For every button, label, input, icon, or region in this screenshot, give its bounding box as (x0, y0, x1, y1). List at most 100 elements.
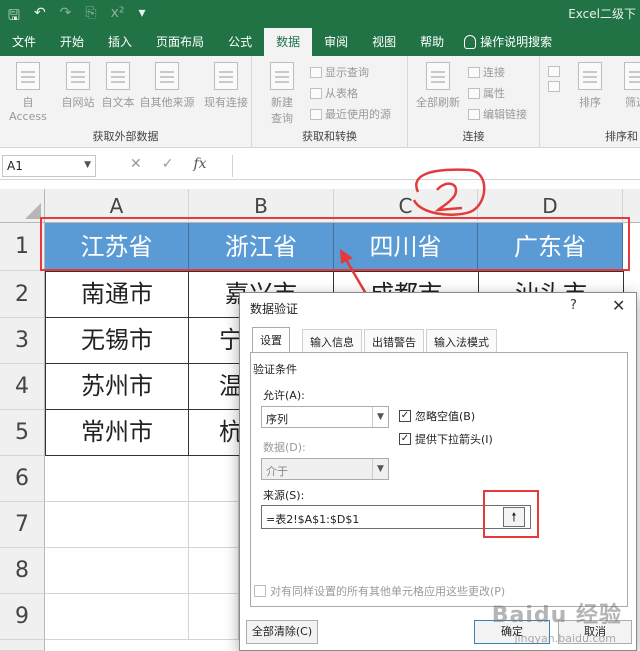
ribbon: 自 Access 自网站 自文本 自其他来源 现有连接 获取外部数据 新建 查询… (0, 56, 640, 148)
formula-bar-buttons: ✕ ✓ fx (130, 156, 207, 172)
cell-b9[interactable] (189, 594, 239, 640)
row-header-4[interactable]: 4 (0, 364, 45, 410)
tab-insert[interactable]: 插入 (96, 28, 144, 56)
group-connections: 全部刷新 连接 属性 编辑链接 连接 (408, 56, 540, 148)
select-all-corner[interactable] (0, 189, 45, 223)
text-file-icon (106, 62, 130, 90)
cell-a8[interactable] (45, 548, 189, 594)
undo-icon[interactable]: ↶ (34, 5, 46, 29)
properties-button[interactable]: 属性 (468, 85, 505, 101)
from-access-button[interactable]: 自 Access (2, 62, 54, 123)
tell-me-search[interactable]: 操作说明搜索 (456, 28, 564, 56)
tab-file[interactable]: 文件 (0, 28, 48, 56)
row-header-3[interactable]: 3 (0, 318, 45, 364)
tab-input-message[interactable]: 输入信息 (302, 329, 362, 352)
show-queries-button[interactable]: 显示查询 (310, 64, 369, 80)
tab-formulas[interactable]: 公式 (216, 28, 264, 56)
row-header-1[interactable]: 1 (0, 223, 45, 271)
link-icon (468, 66, 480, 78)
name-box-dropdown-icon[interactable]: ▼ (84, 160, 91, 170)
tab-data[interactable]: 数据 (264, 28, 313, 56)
chevron-down-icon: ▼ (372, 459, 388, 479)
tab-review[interactable]: 审阅 (312, 28, 360, 56)
source-label: 来源(S): (263, 489, 305, 502)
window-title: Excel二级下 (568, 7, 636, 21)
from-other-sources-button[interactable]: 自其他来源 (136, 62, 198, 110)
group-label-external: 获取外部数据 (92, 130, 159, 143)
tab-page-layout[interactable]: 页面布局 (144, 28, 216, 56)
new-query-button[interactable]: 新建 查询 (260, 62, 304, 126)
customize-qat-icon[interactable]: ▾ (139, 5, 146, 29)
row-header-9[interactable]: 9 (0, 594, 45, 640)
redo-icon[interactable]: ↷ (60, 5, 72, 29)
sort-az-icons[interactable] (548, 66, 560, 92)
tab-help[interactable]: 帮助 (408, 28, 456, 56)
connections-button[interactable]: 连接 (468, 64, 505, 80)
edit-links-icon (468, 108, 480, 120)
cell-b7[interactable] (189, 502, 239, 548)
row-header-2[interactable]: 2 (0, 271, 45, 318)
tab-error-alert[interactable]: 出错警告 (364, 329, 424, 352)
clear-all-button[interactable]: 全部清除(C) (246, 620, 318, 644)
insert-function-icon[interactable]: fx (193, 156, 206, 172)
name-box[interactable]: A1 ▼ (2, 155, 96, 177)
group-get-transform: 新建 查询 显示查询 从表格 最近使用的源 获取和转换 (252, 56, 408, 148)
annotation-box-collapse-button (483, 490, 539, 538)
cell-a4[interactable]: 苏州市 (45, 363, 189, 410)
tab-home[interactable]: 开始 (48, 28, 96, 56)
help-icon[interactable]: ? (570, 298, 577, 313)
cell-b8[interactable] (189, 548, 239, 594)
dialog-title: 数据验证 (250, 302, 299, 316)
row-header-6[interactable]: 6 (0, 456, 45, 502)
format-painter-icon[interactable]: ⎘ (85, 5, 96, 29)
recent-sources-button[interactable]: 最近使用的源 (310, 106, 391, 122)
superscript-icon[interactable]: x² (111, 5, 125, 29)
cell-a2[interactable]: 南通市 (45, 271, 189, 318)
cell-a6[interactable] (45, 456, 189, 502)
row-header-10[interactable]: 10 (0, 640, 45, 651)
web-icon (66, 62, 90, 90)
cancel-entry-icon[interactable]: ✕ (130, 156, 142, 172)
recent-sources-icon (310, 108, 322, 120)
tab-ime-mode[interactable]: 输入法模式 (426, 329, 497, 352)
cell-a3[interactable]: 无锡市 (45, 317, 189, 364)
row-header-5[interactable]: 5 (0, 410, 45, 456)
cell-a5[interactable]: 常州市 (45, 409, 189, 456)
from-table-button[interactable]: 从表格 (310, 85, 358, 101)
data-select[interactable]: 介于 ▼ (261, 458, 389, 480)
confirm-entry-icon[interactable]: ✓ (162, 156, 174, 172)
sort-button[interactable]: 排序 (568, 62, 612, 110)
cell-b6[interactable] (189, 456, 239, 502)
baidu-watermark-url: jingyan.baidu.com (514, 632, 616, 645)
group-label-sort: 排序和 (605, 130, 638, 143)
row-header-7[interactable]: 7 (0, 502, 45, 548)
check-icon: ✓ (399, 410, 411, 422)
edit-links-button[interactable]: 编辑链接 (468, 106, 527, 122)
data-label: 数据(D): (263, 441, 306, 454)
access-icon (16, 62, 40, 90)
ignore-blank-checkbox[interactable]: ✓ 忽略空值(B) (399, 408, 475, 424)
existing-connections-button[interactable]: 现有连接 (200, 62, 252, 110)
refresh-all-button[interactable]: 全部刷新 (412, 62, 464, 110)
check-icon: ✓ (399, 433, 411, 445)
in-cell-dropdown-checkbox[interactable]: ✓ 提供下拉箭头(I) (399, 431, 493, 447)
tab-view[interactable]: 视图 (360, 28, 408, 56)
new-query-icon (270, 62, 294, 90)
close-icon[interactable]: ✕ (612, 296, 625, 315)
settings-panel: 验证条件 允许(A): 序列 ▼ ✓ 忽略空值(B) ✓ 提供下拉箭头(I) 数据(D… (250, 352, 628, 607)
sort-icon (578, 62, 602, 90)
row-header-8[interactable]: 8 (0, 548, 45, 594)
group-label-transform: 获取和转换 (302, 130, 357, 143)
save-icon[interactable]: 🖫 (8, 5, 20, 29)
sort-asc-icon (548, 66, 560, 77)
filter-icon (624, 62, 640, 90)
allow-select[interactable]: 序列 ▼ (261, 406, 389, 428)
tab-settings[interactable]: 设置 (252, 327, 290, 353)
apply-to-all-checkbox[interactable]: 对有同样设置的所有其他单元格应用这些更改(P) (254, 583, 505, 599)
filter-button[interactable]: 筛选 (616, 62, 640, 110)
cell-a7[interactable] (45, 502, 189, 548)
cell-a9[interactable] (45, 594, 189, 640)
formula-input[interactable] (232, 155, 640, 177)
tell-me-label: 操作说明搜索 (480, 35, 553, 49)
ribbon-tabs: 文件 开始 插入 页面布局 公式 数据 审阅 视图 帮助 操作说明搜索 (0, 28, 640, 56)
